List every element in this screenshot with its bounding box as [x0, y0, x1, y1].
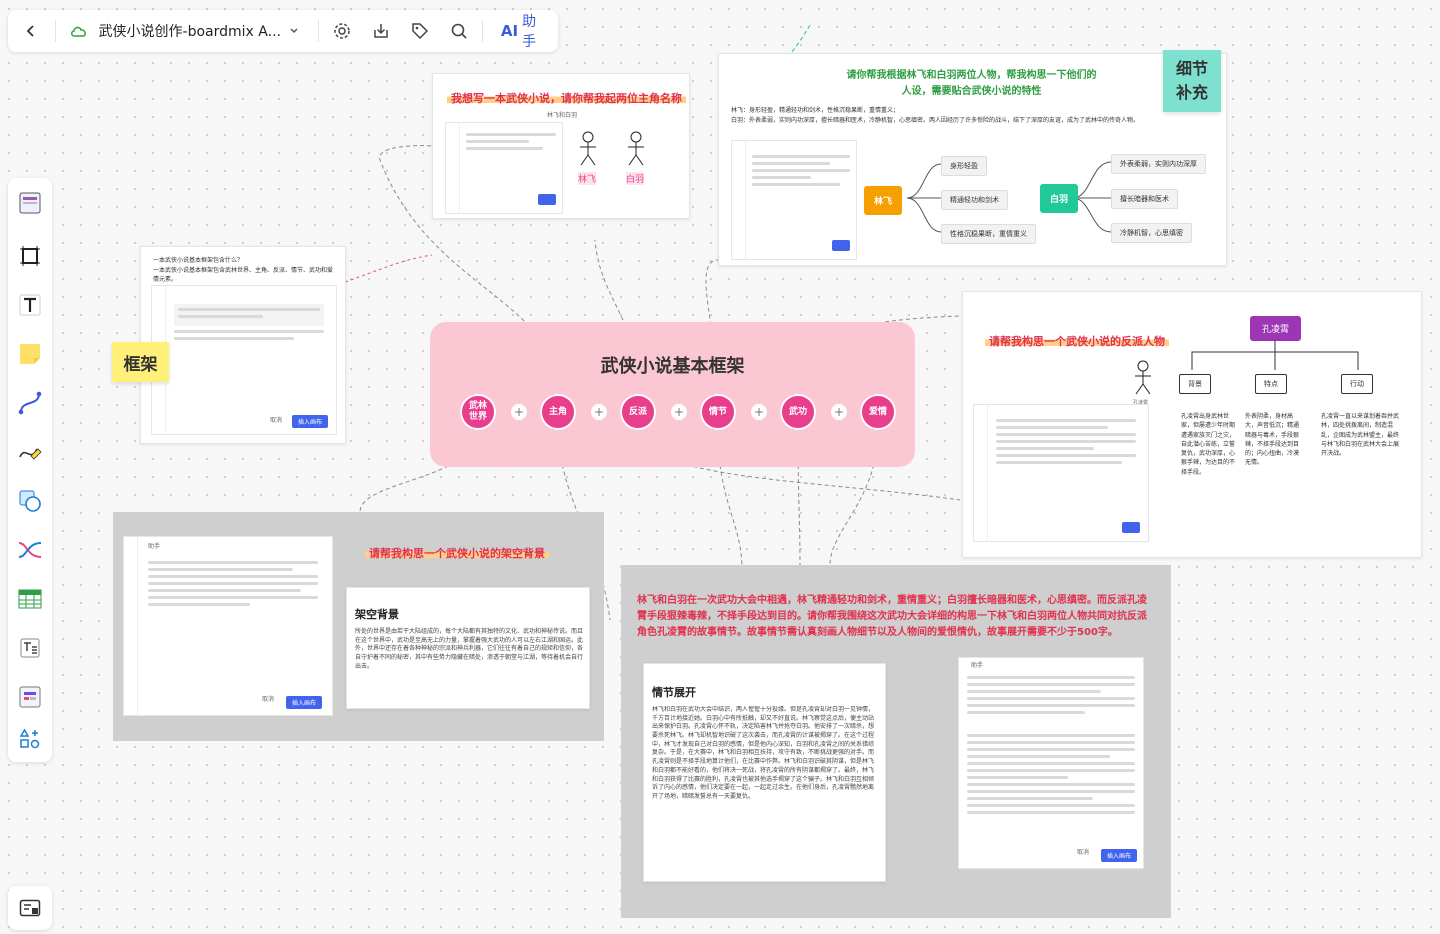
villain-branch-traits: 特点 — [1255, 374, 1287, 394]
insert-button: 插入画布 — [285, 696, 322, 709]
divider — [317, 20, 319, 42]
world-background-frame[interactable]: 助手 取消 插入画布 请帮我构思一个武侠小说的架空背景 架空背景 所处的世界是由… — [113, 512, 604, 741]
villain-text-actions: 孔凌霄一直以来谋划着吞并武林，四处挑拨离间，制造混乱，企图成为武林盟主，最终与林… — [1321, 413, 1400, 458]
node-martial-arts[interactable]: 武功 — [780, 394, 816, 430]
ai-panel-screenshot: 取消 插入画布 — [151, 285, 337, 435]
plus-icon: + — [671, 404, 687, 420]
map-view-icon — [19, 899, 41, 917]
villain-branch-actions: 行动 — [1341, 374, 1373, 394]
node-romance[interactable]: 爱情 — [860, 394, 896, 430]
names-card[interactable]: 我想写一本武侠小说，请你帮我起两位主角名称 林飞和白羽 林飞 白羽 — [432, 73, 690, 219]
framework-question: 一本武侠小说基本框架包含什么？ — [153, 257, 244, 264]
world-title: 架空背景 — [355, 608, 399, 621]
mindmap-node: 外表柔弱，实则内功深厚 — [1111, 154, 1206, 174]
stick-figure-icon — [578, 131, 598, 171]
villain-text-background: 孔凌霄出身武林世家，但屡遭少年时期遭遇家族灭门之灾，自此潜心苦练，立誓复仇，武功… — [1181, 413, 1236, 476]
ai-panel-screenshot — [445, 122, 563, 214]
map-view-button[interactable] — [8, 886, 52, 930]
framework-answer: 一本武侠小说基本框架包含武林世界、主角、反派、情节、武功和爱情元素。 — [153, 267, 334, 283]
top-toolbar: 武侠小说创作-boardmix A... AI 助手 — [8, 10, 558, 52]
ai-logo: AI — [500, 22, 519, 40]
chevron-down-icon[interactable] — [281, 17, 308, 45]
world-background-card[interactable]: 架空背景 所处的世界是由若干大陆组成的，每个大陆都有其独特的文化、武功和神秘传说… — [346, 587, 590, 709]
node-protagonist[interactable]: 主角 — [540, 394, 576, 430]
cancel-button: 取消 — [1077, 849, 1090, 857]
text-icon[interactable] — [15, 290, 45, 320]
world-prompt: 请帮我构思一个武侠小说的架空背景 — [365, 547, 549, 560]
frame-icon[interactable] — [15, 241, 45, 271]
more-shapes-icon[interactable] — [15, 724, 45, 754]
names-prompt: 我想写一本武侠小说，请你帮我起两位主角名称 — [447, 92, 686, 105]
plot-card[interactable]: 情节展开 林飞和白羽在武功大会中结识，两人惺惺十分投缘。但是孔凌霄却对白羽一见钟… — [643, 663, 886, 882]
plus-icon: + — [831, 404, 847, 420]
connector-icon[interactable] — [15, 388, 45, 418]
villain-branch-background: 背景 — [1179, 374, 1211, 394]
villain-card[interactable]: 请帮我构思一个武侠小说的反派人物 孔凌霄 孔凌霄 背景 特点 行动 孔凌霄出身武… — [962, 291, 1422, 558]
stick-figure-icon — [626, 131, 646, 171]
left-toolbar — [8, 178, 52, 762]
tag-icon[interactable] — [406, 17, 433, 45]
ai-panel-label: 助手 — [148, 543, 161, 550]
insert-button: 插入画布 — [1100, 849, 1137, 862]
plot-prompt: 林飞和白羽在一次武功大会中相遇，林飞精通轻功和剑术，重情重义；白羽擅长暗器和医术… — [637, 595, 1147, 638]
ai-panel-screenshot — [973, 404, 1149, 542]
sticky-note-details[interactable]: 细节 补充 — [1163, 50, 1221, 112]
ai-assistant-label: 助手 — [522, 14, 537, 50]
character-name-baiyu: 白羽 — [626, 172, 645, 185]
image-icon[interactable] — [15, 682, 45, 712]
plot-body: 林飞和白羽在武功大会中结识，两人惺惺十分投缘。但是孔凌霄却对白羽一见钟情，千方百… — [652, 706, 875, 800]
gear-icon[interactable] — [329, 17, 356, 45]
plus-icon: + — [751, 404, 767, 420]
chevron-left-icon[interactable] — [18, 17, 45, 45]
table-icon[interactable] — [15, 584, 45, 614]
mindmap-node: 性格沉稳果断，重情重义 — [941, 224, 1036, 244]
insert-button — [538, 194, 556, 205]
node-villain[interactable]: 反派 — [620, 394, 656, 430]
plot-title: 情节展开 — [652, 686, 696, 699]
text-list-icon[interactable] — [15, 633, 45, 663]
mindmap-node: 身形轻盈 — [941, 156, 987, 176]
insert-button — [1122, 522, 1140, 533]
main-framework-frame[interactable]: 武侠小说基本框架 武林 世界 + 主角 + 反派 + 情节 + 武功 + 爱情 — [430, 322, 915, 467]
framework-qa-card[interactable]: 一本武侠小说基本框架包含什么？ 一本武侠小说基本框架包含武林世界、主角、反派、情… — [140, 246, 346, 444]
shape-icon[interactable] — [15, 486, 45, 516]
ai-panel-screenshot: 助手 取消 插入画布 — [123, 536, 333, 716]
insert-button: 插入画布 — [291, 415, 328, 428]
mindmap-root-linfei: 林飞 — [864, 186, 903, 215]
sticky-note-icon[interactable] — [15, 339, 45, 369]
divider — [481, 20, 483, 42]
plus-icon: + — [511, 404, 527, 420]
names-subtitle: 林飞和白羽 — [547, 112, 578, 119]
mindmap-root-baiyu: 白羽 — [1040, 184, 1079, 213]
character-name-linfei: 林飞 — [578, 172, 597, 185]
mindmap-node: 精通轻功和剑术 — [941, 190, 1008, 210]
plus-icon: + — [591, 404, 607, 420]
world-body: 所处的世界是由若干大陆组成的，每个大陆都有其独特的文化、武功和神秘传说。而且在这… — [355, 628, 584, 670]
board-title[interactable]: 武侠小说创作-boardmix A... — [99, 21, 281, 41]
plot-frame[interactable]: 林飞和白羽在一次武功大会中相遇，林飞精通轻功和剑术，重情重义；白羽擅长暗器和医术… — [621, 565, 1171, 918]
character-detail-card[interactable]: 请你帮我根据林飞和白羽两位人物，帮我构思一下他们的 人设，需要贴合武侠小说的特性… — [718, 53, 1227, 266]
divider — [54, 20, 56, 42]
mindmap-node: 冷静机智，心思缜密 — [1111, 223, 1192, 243]
cloud-icon — [66, 17, 93, 45]
mindmap-node: 擅长暗器和医术 — [1111, 189, 1178, 209]
search-icon[interactable] — [445, 17, 472, 45]
sticky-note-framework[interactable]: 框架 — [112, 342, 169, 382]
pen-icon[interactable] — [15, 437, 45, 467]
villain-text-traits: 外表阴柔，身材高大，声音低沉；精通暗器与毒术，手段狠辣，不择手段达到目的；内心扭… — [1245, 413, 1299, 467]
ai-panel-label: 助手 — [971, 662, 984, 669]
cancel-button: 取消 — [270, 417, 283, 425]
frame-title: 武侠小说基本框架 — [600, 356, 745, 377]
node-wulin-world[interactable]: 武林 世界 — [460, 394, 496, 430]
download-icon[interactable] — [368, 17, 395, 45]
template-icon[interactable] — [15, 188, 45, 218]
ai-assistant-button[interactable]: AI 助手 — [501, 11, 548, 51]
node-plot[interactable]: 情节 — [700, 394, 736, 430]
mindmap-icon[interactable] — [15, 535, 45, 565]
ai-panel-screenshot: 助手 取消 插入画布 — [958, 657, 1144, 869]
cancel-button: 取消 — [262, 696, 275, 704]
